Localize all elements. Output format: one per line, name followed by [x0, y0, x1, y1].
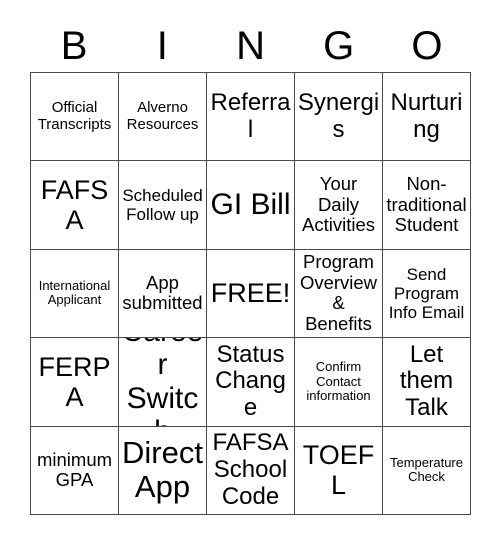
bingo-cell-label: International Applicant	[38, 277, 111, 308]
bingo-cell-label: Official Transcripts	[37, 98, 112, 133]
bingo-cell-label: TOEFL	[302, 440, 375, 501]
bingo-cell-label: minimum GPA	[36, 448, 113, 491]
bingo-cell-r4c1[interactable]: FERPA	[31, 338, 119, 427]
bingo-cell-r1c3[interactable]: Referral	[207, 73, 295, 162]
bingo-cell-r5c3[interactable]: FAFSA School Code	[207, 426, 295, 515]
bingo-cell-label: Status Change	[215, 340, 286, 422]
bingo-cell-r2c3[interactable]: GI Bill	[207, 161, 295, 250]
bingo-cell-label: FAFSA School Code	[212, 428, 289, 510]
bingo-cell-r1c4[interactable]: Synergis	[295, 73, 383, 162]
bingo-cell-r2c2[interactable]: Scheduled Follow up	[119, 161, 207, 250]
bingo-cell-label: Direct App	[122, 434, 203, 505]
bingo-cell-r3c5[interactable]: Send Program Info Email	[383, 249, 471, 339]
bingo-cell-label: App submitted	[122, 271, 203, 314]
bingo-cell-r4c3[interactable]: Status Change	[207, 338, 295, 427]
bingo-cell-r3c4[interactable]: Program Overview & Benefits	[295, 249, 383, 339]
bingo-cell-r5c5[interactable]: Temperature Check	[383, 426, 471, 515]
bingo-cell-label: Nurturing	[390, 88, 463, 143]
bingo-cell-r1c1[interactable]: Official Transcripts	[31, 73, 119, 162]
bingo-grid: Official Transcripts Alverno Resources Ref…	[30, 72, 471, 515]
bingo-cell-r2c4[interactable]: Your Daily Activities	[295, 161, 383, 250]
bingo-cell-r3c2[interactable]: App submitted	[119, 249, 207, 339]
bingo-header-letter-n: N	[236, 24, 265, 68]
bingo-cell-label: FERPA	[38, 351, 111, 412]
bingo-cell-r2c5[interactable]: Non-traditional Student	[383, 161, 471, 250]
bingo-header-letter-b: B	[60, 24, 88, 68]
bingo-cell-r4c4[interactable]: Confirm Contact information	[295, 338, 383, 427]
bingo-cell-label: Let them Talk	[399, 340, 454, 422]
bingo-cell-free-space[interactable]: FREE!	[207, 249, 295, 339]
bingo-cell-label: GI Bill	[210, 188, 291, 222]
bingo-cell-label: Referral	[210, 88, 291, 143]
bingo-cell-label: Alverno Resources	[126, 98, 199, 133]
bingo-cell-label: Synergis	[297, 88, 380, 143]
bingo-cell-label: Scheduled Follow up	[122, 186, 203, 225]
bingo-cell-label: Temperature Check	[390, 454, 463, 485]
bingo-cell-r5c1[interactable]: minimum GPA	[31, 426, 119, 515]
bingo-cell-r2c1[interactable]: FAFSA	[31, 161, 119, 250]
bingo-header: BINGO	[30, 22, 471, 70]
bingo-cell-label: Career Switch	[122, 338, 204, 425]
bingo-cell-label: FREE!	[210, 278, 291, 309]
bingo-cell-label: Send Program Info Email	[388, 264, 465, 322]
bingo-header-letter-g: G	[323, 24, 355, 68]
bingo-card: B I N G O Official Transcripts Alverno Resour…	[0, 0, 500, 544]
bingo-cell-r5c4[interactable]: TOEFL	[295, 426, 383, 515]
bingo-header-letter-i: I	[156, 24, 168, 68]
bingo-header-letter-o: O	[411, 24, 443, 68]
bingo-cell-r1c5[interactable]: Nurturing	[383, 73, 471, 162]
bingo-cell-r3c1[interactable]: International Applicant	[31, 249, 119, 339]
bingo-cell-label: Non-traditional Student	[386, 173, 467, 236]
bingo-cell-label: Confirm Contact information	[306, 359, 371, 404]
bingo-cell-label: Your Daily Activities	[302, 173, 375, 236]
bingo-cell-r4c2[interactable]: Career Switch	[119, 338, 207, 427]
bingo-cell-r4c5[interactable]: Let them Talk	[383, 338, 471, 427]
bingo-cell-r5c2[interactable]: Direct App	[119, 426, 207, 515]
bingo-cell-label: FAFSA	[40, 174, 109, 236]
bingo-cell-label: Program Overview & Benefits	[299, 251, 378, 335]
bingo-cell-r1c2[interactable]: Alverno Resources	[119, 73, 207, 162]
